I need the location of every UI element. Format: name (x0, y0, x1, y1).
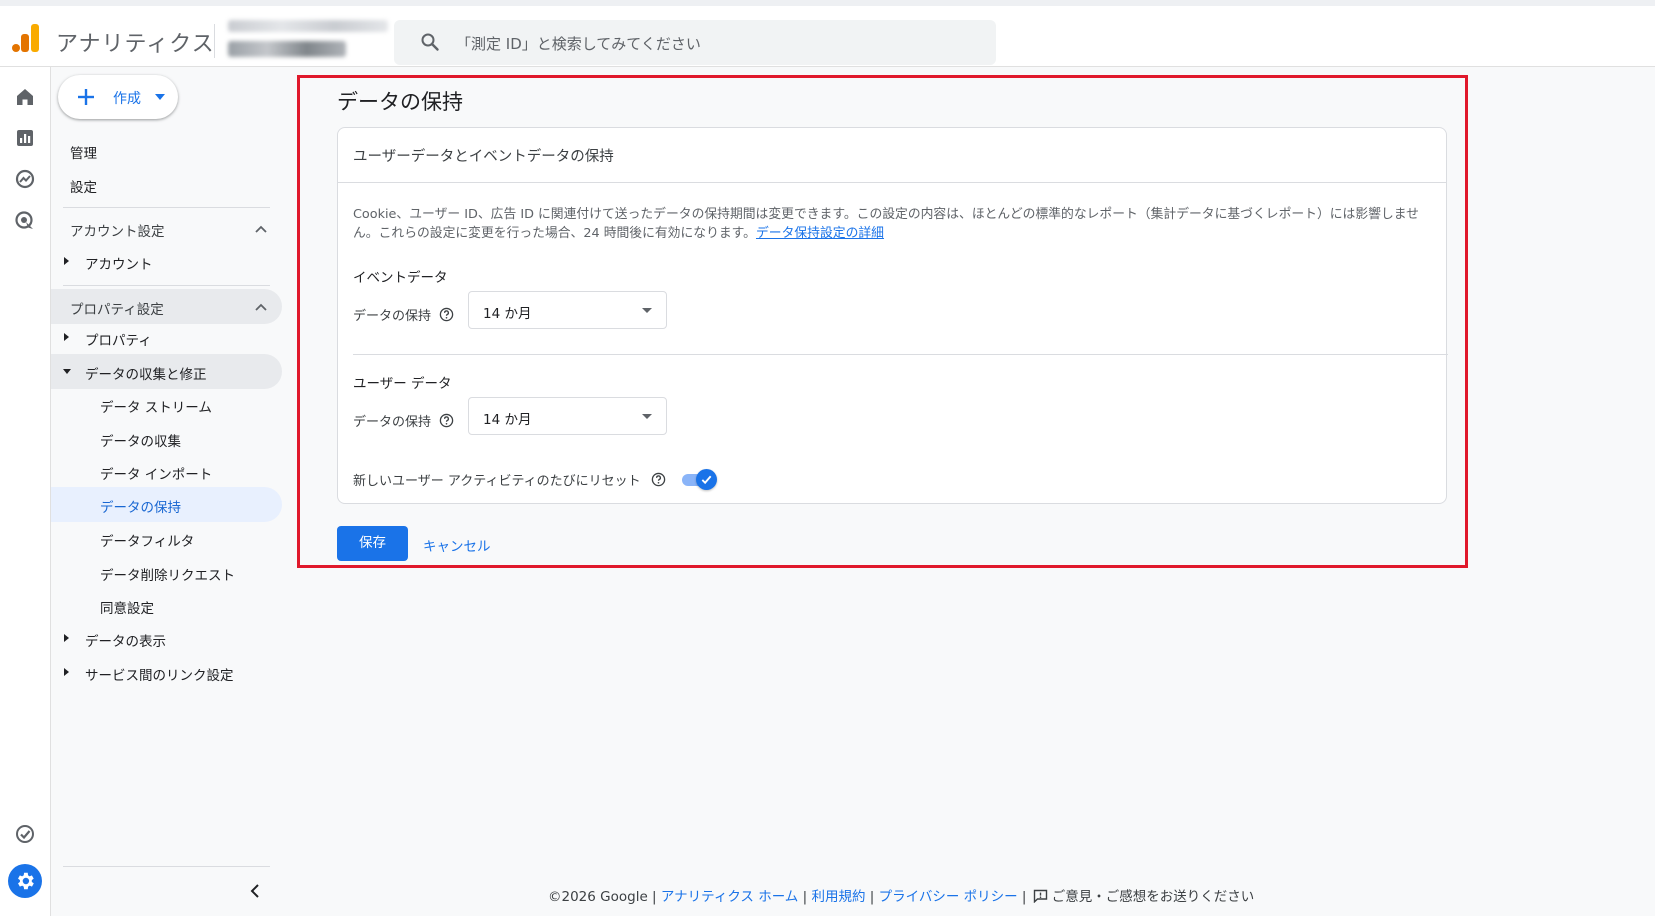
expand-right-icon[interactable] (64, 668, 69, 676)
description: Cookie、ユーザー ID、広告 ID に関連付けて送ったデータの保持期間は変… (353, 205, 1443, 243)
home-icon[interactable] (14, 86, 36, 108)
description-text: Cookie、ユーザー ID、広告 ID に関連付けて送ったデータの保持期間は変… (353, 207, 1419, 241)
chevron-up-icon[interactable] (254, 224, 268, 234)
caret-down-icon (642, 308, 652, 313)
search-icon (421, 33, 439, 51)
help-icon[interactable] (439, 413, 454, 428)
advertising-icon[interactable] (14, 210, 36, 232)
expand-right-icon[interactable] (64, 634, 69, 642)
user-retention-label: データの保持 (353, 415, 432, 430)
explore-icon[interactable] (14, 168, 36, 190)
user-data-heading: ユーザー データ (353, 376, 452, 392)
footer-link-terms[interactable]: 利用規約 (811, 889, 865, 905)
event-retention-label: データの保持 (353, 309, 432, 324)
search-bar[interactable]: 「測定 ID」と検索してみてください (394, 20, 996, 65)
plus-icon (78, 89, 94, 105)
nav-data-streams[interactable]: データ ストリーム (100, 396, 212, 416)
expand-right-icon[interactable] (64, 333, 69, 341)
expand-down-icon[interactable] (63, 369, 71, 374)
user-retention-value: 14 か月 (483, 412, 532, 428)
chevron-left-icon[interactable] (248, 883, 262, 899)
nav-account[interactable]: アカウント (85, 253, 153, 273)
card-title: ユーザーデータとイベントデータの保持 (353, 149, 614, 165)
nav-data-retention[interactable]: データの保持 (100, 496, 181, 516)
caret-down-icon (642, 414, 652, 419)
footer-link-home[interactable]: アナリティクス ホーム (661, 889, 798, 905)
left-rail (0, 67, 51, 916)
admin-nav: 作成 管理 設定 アカウント設定 アカウント プロパティ設定 プロパティ データ… (51, 67, 288, 916)
save-button[interactable]: 保存 (337, 526, 408, 561)
app-title: アナリティクス (56, 32, 215, 57)
feedback-link[interactable]: ご意見・ご感想をお送りください (1052, 889, 1255, 905)
search-input[interactable]: 「測定 ID」と検索してみてください (456, 33, 701, 54)
cancel-button[interactable]: キャンセル (423, 535, 491, 555)
event-retention-value: 14 か月 (483, 306, 532, 322)
feedback-icon (1033, 889, 1047, 903)
card-header: ユーザーデータとイベントデータの保持 (338, 128, 1446, 183)
nav-data-deletion[interactable]: データ削除リクエスト (100, 564, 235, 584)
chevron-up-icon[interactable] (254, 302, 268, 312)
page-title: データの保持 (337, 90, 463, 114)
nav-divider (63, 285, 270, 286)
card-divider (353, 354, 1448, 355)
top-bar: アナリティクス 「測定 ID」と検索してみてください (0, 0, 1655, 67)
check-icon (701, 475, 712, 485)
create-button[interactable]: 作成 (58, 75, 178, 119)
footer-link-privacy[interactable]: プライバシー ポリシー (879, 889, 1018, 905)
nav-property-settings[interactable]: プロパティ設定 (70, 298, 164, 318)
retention-details-link[interactable]: データ保持設定の詳細 (756, 226, 884, 241)
analytics-logo-icon[interactable] (12, 22, 40, 52)
gear-icon (18, 872, 34, 890)
help-icon[interactable] (439, 307, 454, 322)
admin-gear-button[interactable] (8, 864, 42, 898)
reports-icon[interactable] (14, 127, 36, 149)
nav-divider (63, 866, 270, 867)
nav-data-import[interactable]: データ インポート (100, 463, 212, 483)
expand-right-icon[interactable] (64, 257, 69, 265)
nav-service-links[interactable]: サービス間のリンク設定 (85, 664, 234, 684)
nav-property[interactable]: プロパティ (85, 329, 152, 349)
reset-toggle[interactable] (682, 468, 718, 490)
event-data-heading: イベントデータ (353, 270, 448, 286)
nav-data-display[interactable]: データの表示 (85, 630, 166, 650)
title-divider (214, 24, 215, 58)
copyright: ©2026 Google (548, 889, 648, 905)
nav-data-collection-sub[interactable]: データの収集 (100, 430, 181, 450)
help-icon[interactable] (651, 472, 666, 487)
reset-label: 新しいユーザー アクティビティのたびにリセット (353, 474, 641, 489)
event-retention-select[interactable]: 14 か月 (468, 291, 667, 329)
user-retention-select[interactable]: 14 か月 (468, 397, 667, 435)
account-selector[interactable] (228, 20, 388, 62)
nav-data-filters[interactable]: データフィルタ (100, 530, 194, 550)
retention-card: ユーザーデータとイベントデータの保持 Cookie、ユーザー ID、広告 ID … (337, 127, 1448, 504)
checklist-icon[interactable] (14, 823, 36, 845)
caret-down-icon[interactable] (155, 94, 165, 100)
nav-account-settings[interactable]: アカウント設定 (70, 220, 165, 240)
nav-settings[interactable]: 設定 (70, 176, 97, 196)
nav-admin[interactable]: 管理 (70, 142, 97, 162)
footer: ©2026 Google | アナリティクス ホーム | 利用規約 | プライバ… (548, 889, 1255, 905)
nav-consent-settings[interactable]: 同意設定 (100, 597, 154, 617)
nav-data-collection[interactable]: データの収集と修正 (85, 363, 207, 383)
nav-divider (63, 207, 270, 208)
toggle-knob (696, 469, 717, 490)
create-label: 作成 (113, 91, 141, 107)
